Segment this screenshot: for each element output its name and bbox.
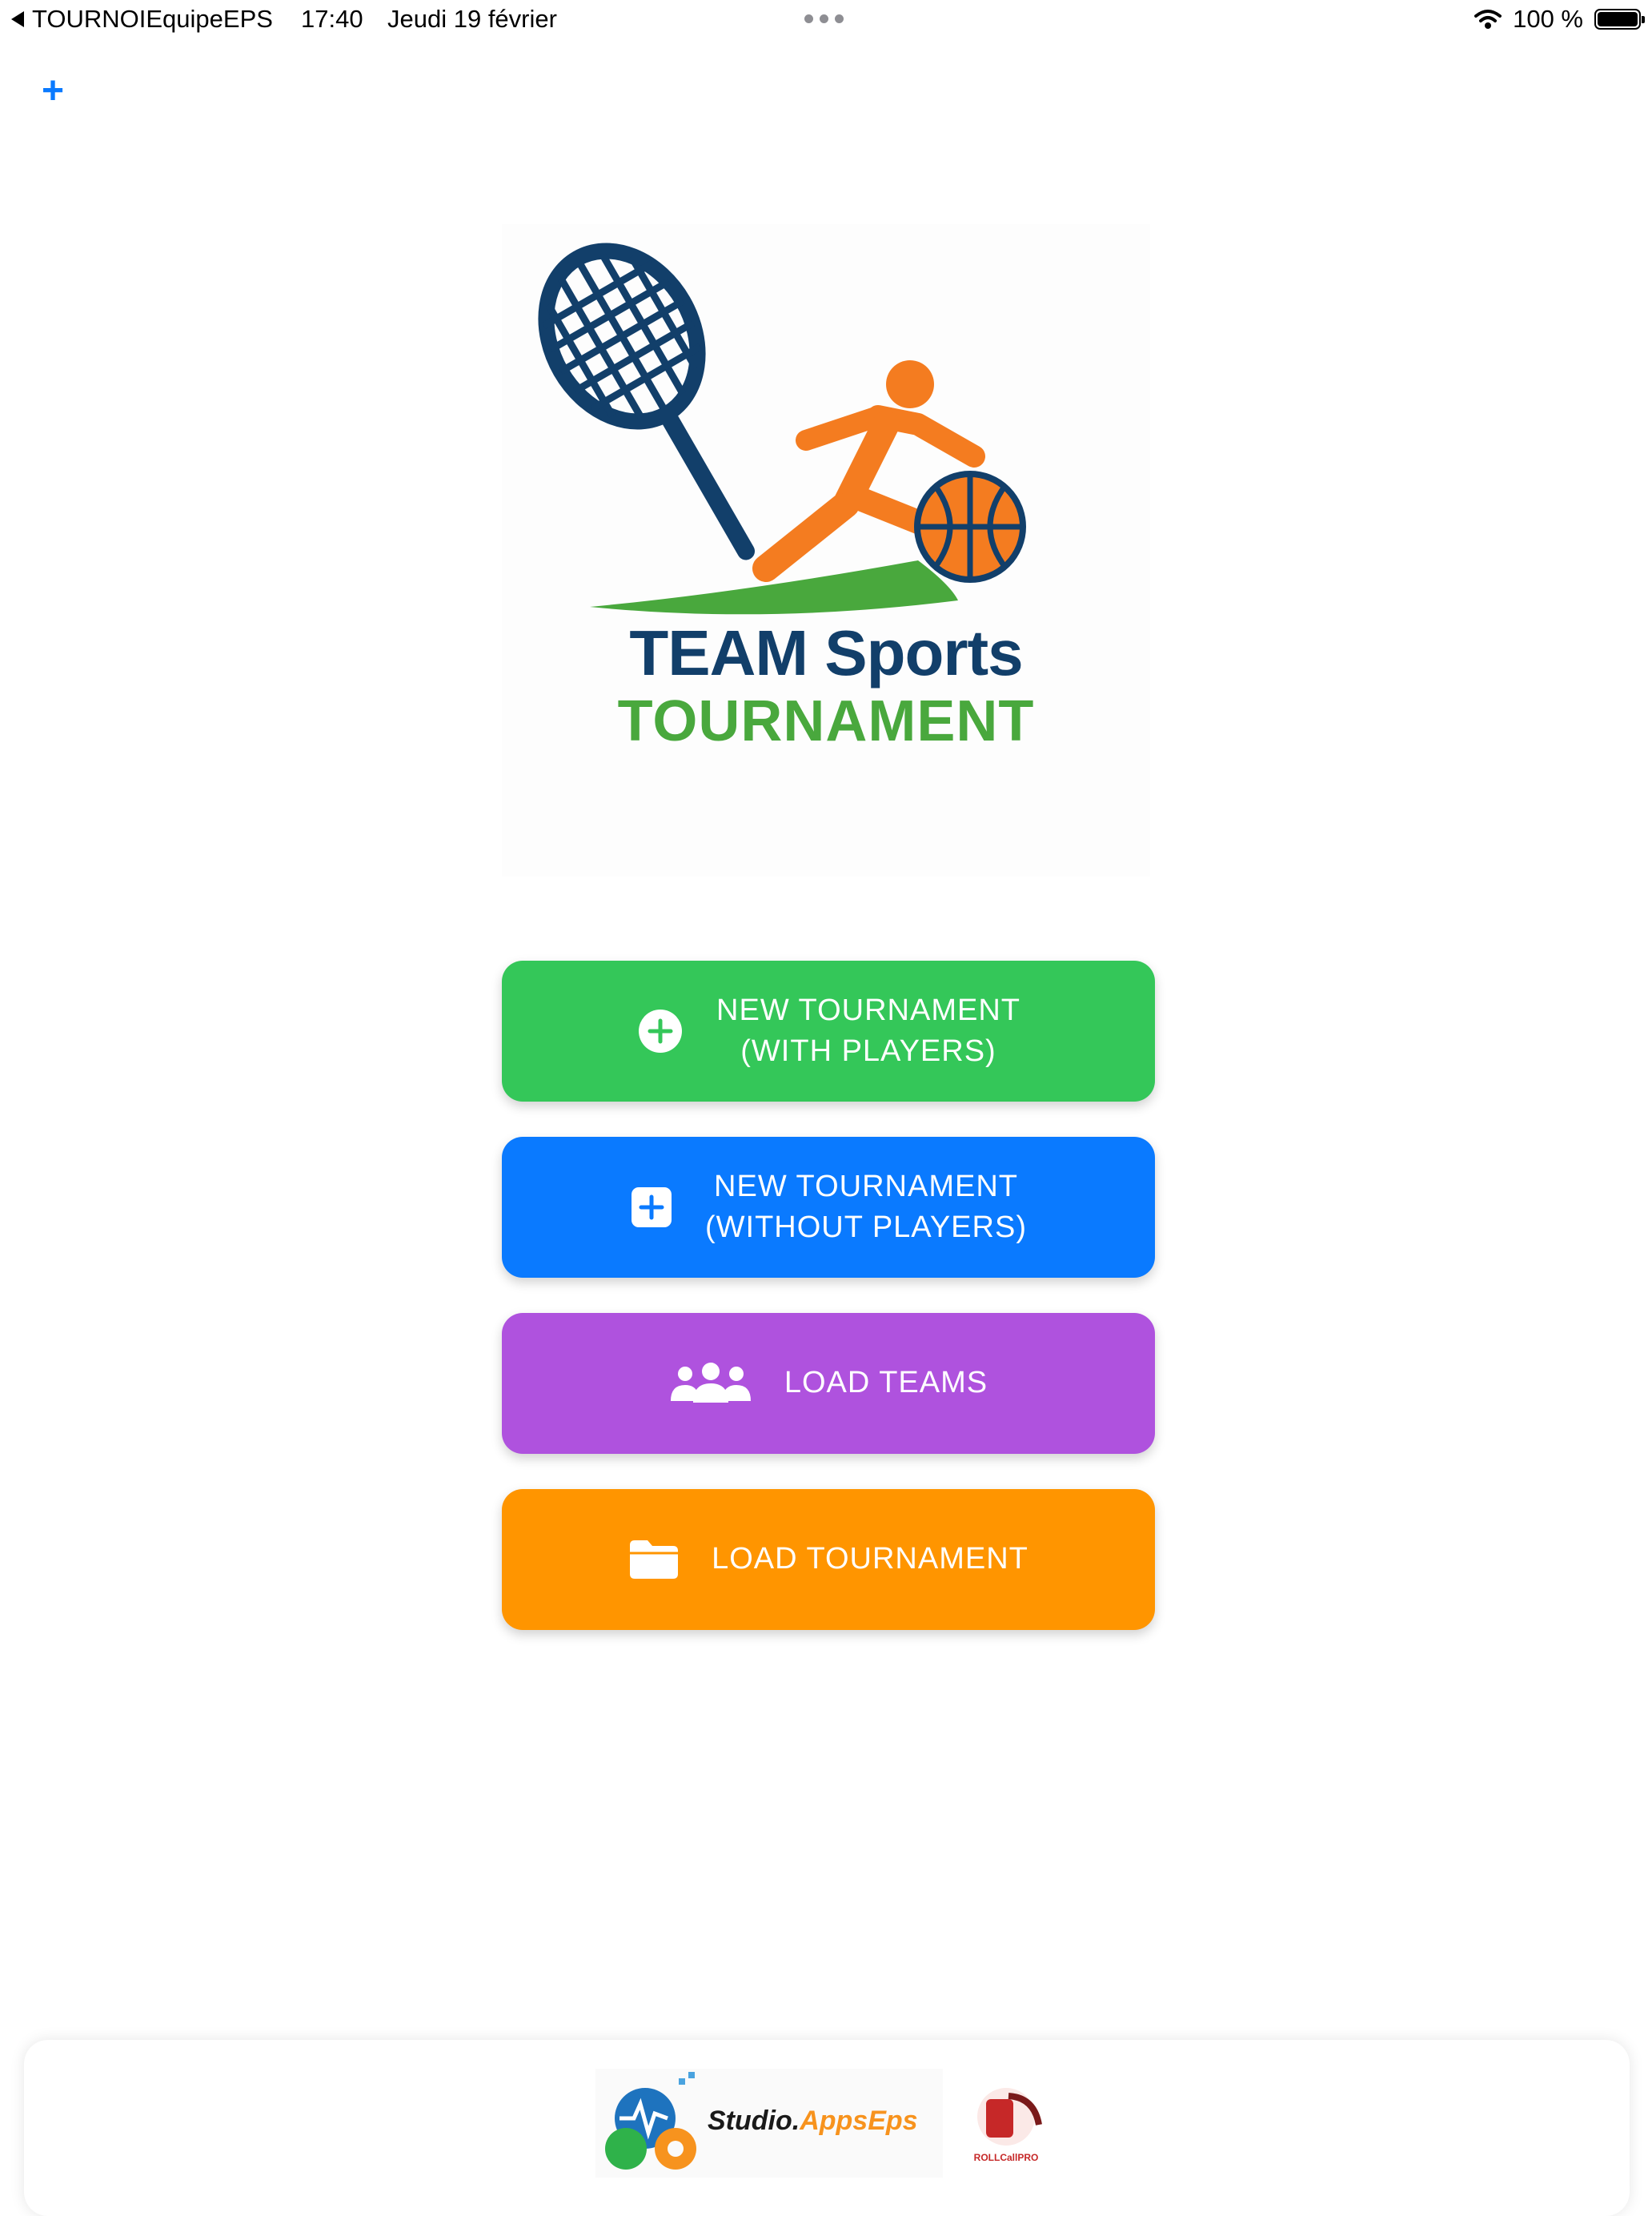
folder-icon (628, 1539, 680, 1580)
rollcall-pro-emblem-icon (977, 2088, 1042, 2146)
status-date: Jeudi 19 février (387, 5, 557, 33)
add-button[interactable]: + (35, 72, 70, 110)
rollcall-pro-logo[interactable]: ROLLCallPRO (962, 2082, 1050, 2170)
logo-title-team-sports: TEAM Sports (629, 617, 1023, 688)
back-app-name: TOURNOIEquipeEPS (32, 5, 273, 33)
sports-illustration-icon (538, 243, 1026, 615)
back-to-app[interactable]: TOURNOIEquipeEPS (11, 5, 273, 34)
battery-icon (1594, 9, 1645, 30)
new-tournament-with-players-button[interactable]: NEW TOURNAMENT (WITH PLAYERS) (502, 961, 1155, 1102)
plus-circle-icon (636, 1007, 684, 1055)
new-with-players-label: NEW TOURNAMENT (WITH PLAYERS) (716, 993, 1020, 1068)
plus-square-icon (630, 1186, 673, 1229)
wifi-icon (1474, 10, 1502, 29)
load-teams-label: LOAD TEAMS (784, 1366, 988, 1400)
studio-appseps-emblem-icon (605, 2072, 696, 2170)
studio-appseps-logo[interactable]: Studio.AppsEps (595, 2069, 943, 2178)
app-logo: TEAM Sports TOURNAMENT (502, 224, 1150, 877)
new-without-players-label: NEW TOURNAMENT (WITHOUT PLAYERS) (705, 1169, 1027, 1244)
status-right: 100 % (1474, 5, 1645, 34)
load-tournament-label: LOAD TOURNAMENT (712, 1542, 1028, 1576)
battery-percent: 100 % (1513, 5, 1583, 33)
people-group-icon (669, 1363, 752, 1404)
new-tournament-without-players-button[interactable]: NEW TOURNAMENT (WITHOUT PLAYERS) (502, 1137, 1155, 1278)
back-arrow-icon (11, 11, 24, 27)
load-teams-button[interactable]: LOAD TEAMS (502, 1313, 1155, 1454)
logo-title-tournament: TOURNAMENT (617, 689, 1035, 753)
studio-appseps-text: Studio.AppsEps (708, 2106, 918, 2136)
load-tournament-button[interactable]: LOAD TOURNAMENT (502, 1489, 1155, 1630)
status-bar: TOURNOIEquipeEPS 17:40 Jeudi 19 février … (0, 0, 1652, 42)
status-time: 17:40 (301, 5, 363, 33)
multitasking-dots-icon[interactable] (804, 14, 844, 23)
footer-bar: Studio.AppsEps ROLLCallPRO (24, 2040, 1630, 2216)
